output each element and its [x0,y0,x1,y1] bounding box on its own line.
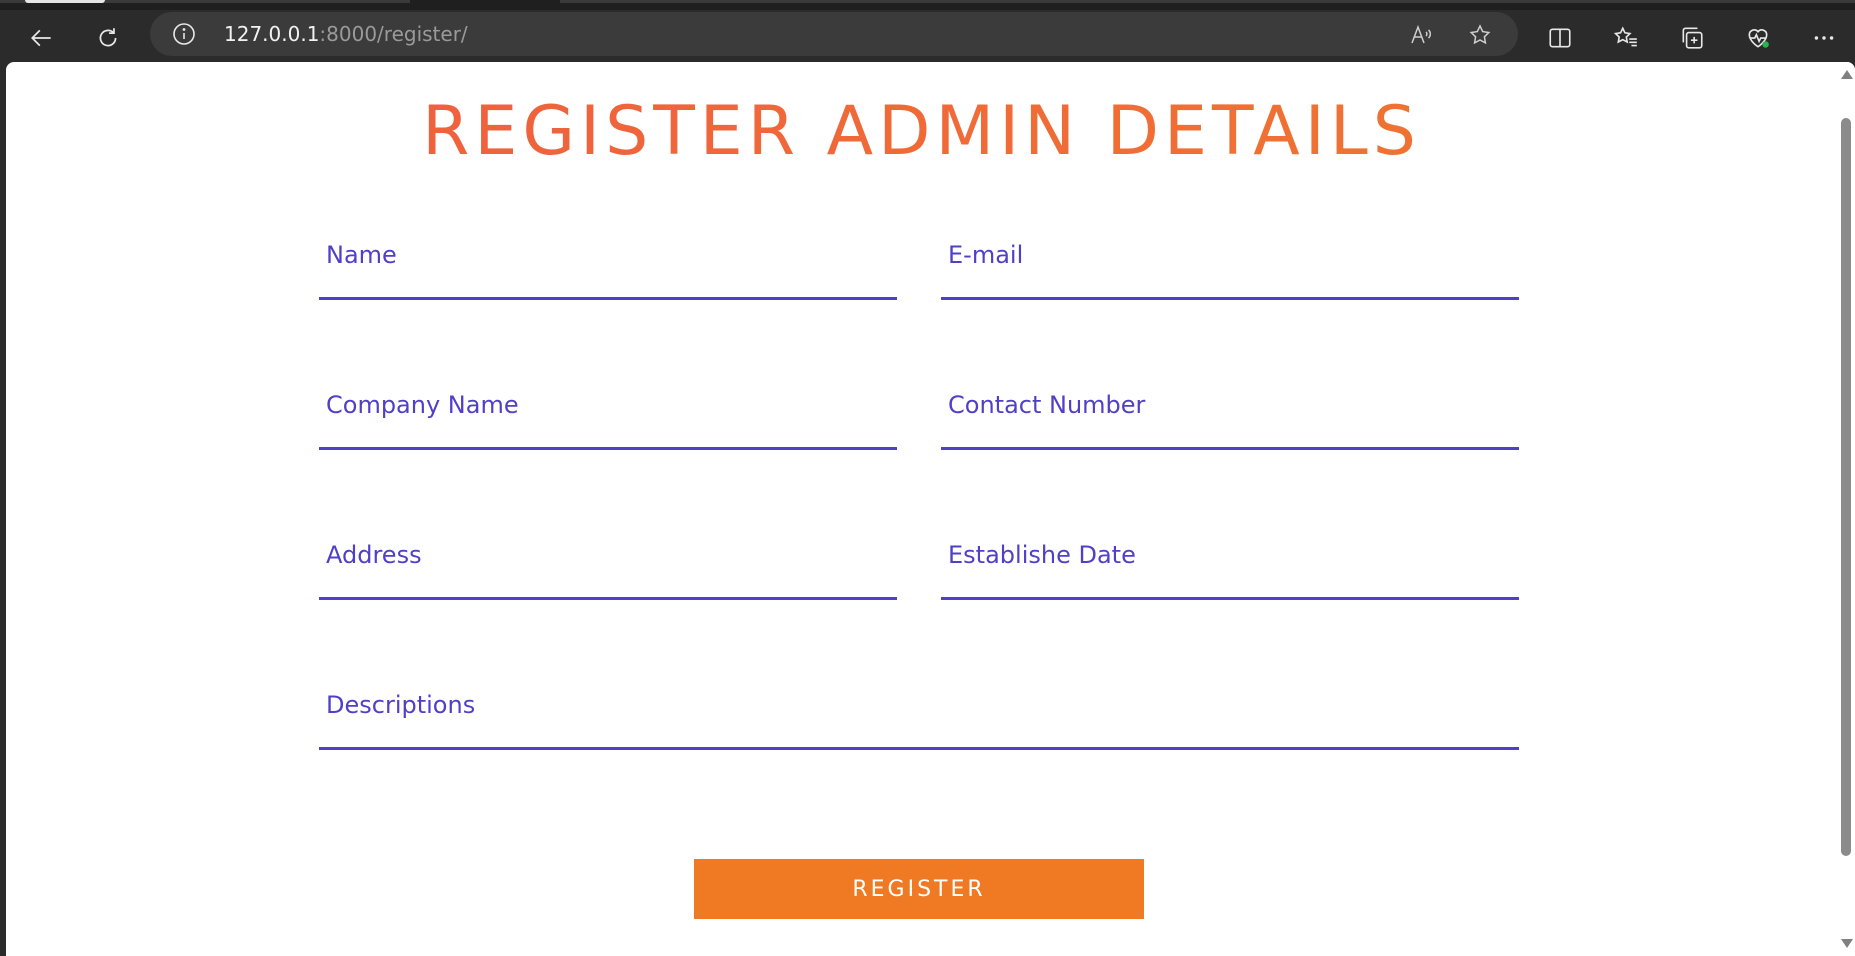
contact-number-input[interactable] [941,390,1523,452]
site-info-icon[interactable] [172,22,196,46]
company-name-input[interactable] [319,390,901,452]
email-field[interactable]: E-mail [941,240,1523,302]
favorites-icon[interactable] [1608,20,1644,56]
contact-number-field[interactable]: Contact Number [941,390,1523,452]
page-title: REGISTER ADMIN DETAILS [6,92,1837,172]
collections-icon[interactable] [1674,20,1710,56]
more-menu-icon[interactable] [1806,20,1842,56]
descriptions-field[interactable]: Descriptions [319,690,1523,752]
active-tab[interactable] [0,0,410,3]
url-path: :8000/register/ [319,22,468,46]
url-host: 127.0.0.1 [224,22,320,46]
scrollbar-thumb[interactable] [1841,118,1851,856]
scroll-down-arrow-icon[interactable] [1841,939,1853,948]
tab-strip [0,0,1855,10]
name-field[interactable]: Name [319,240,901,302]
address-input[interactable] [319,540,901,602]
email-input[interactable] [941,240,1523,302]
scroll-up-arrow-icon[interactable] [1841,70,1853,79]
browser-toolbar: 127.0.0.1:8000/register/ [0,10,1855,65]
establishe-date-underline [941,597,1519,600]
contact-number-underline [941,447,1519,450]
back-arrow-icon[interactable] [24,20,60,56]
name-input[interactable] [319,240,901,302]
email-underline [941,297,1519,300]
establishe-date-input[interactable] [941,540,1523,602]
favorite-star-icon[interactable] [1465,20,1495,50]
company-name-field[interactable]: Company Name [319,390,901,452]
establishe-date-field[interactable]: Establishe Date [941,540,1523,602]
vertical-scrollbar[interactable] [1837,62,1855,956]
refresh-icon[interactable] [90,20,126,56]
company-name-underline [319,447,897,450]
url-text[interactable]: 127.0.0.1:8000/register/ [224,22,468,46]
browser-health-icon[interactable] [1740,20,1776,56]
name-underline [319,297,897,300]
page-viewport: REGISTER ADMIN DETAILS Name E-mail Compa… [6,62,1855,956]
read-aloud-icon[interactable] [1406,20,1436,50]
descriptions-input[interactable] [319,690,1523,752]
split-screen-icon[interactable] [1542,20,1578,56]
descriptions-underline [319,747,1519,750]
inactive-tab[interactable] [560,0,1855,3]
register-button[interactable]: REGISTER [694,859,1144,919]
address-bar[interactable]: 127.0.0.1:8000/register/ [150,12,1518,56]
address-field[interactable]: Address [319,540,901,602]
address-underline [319,597,897,600]
